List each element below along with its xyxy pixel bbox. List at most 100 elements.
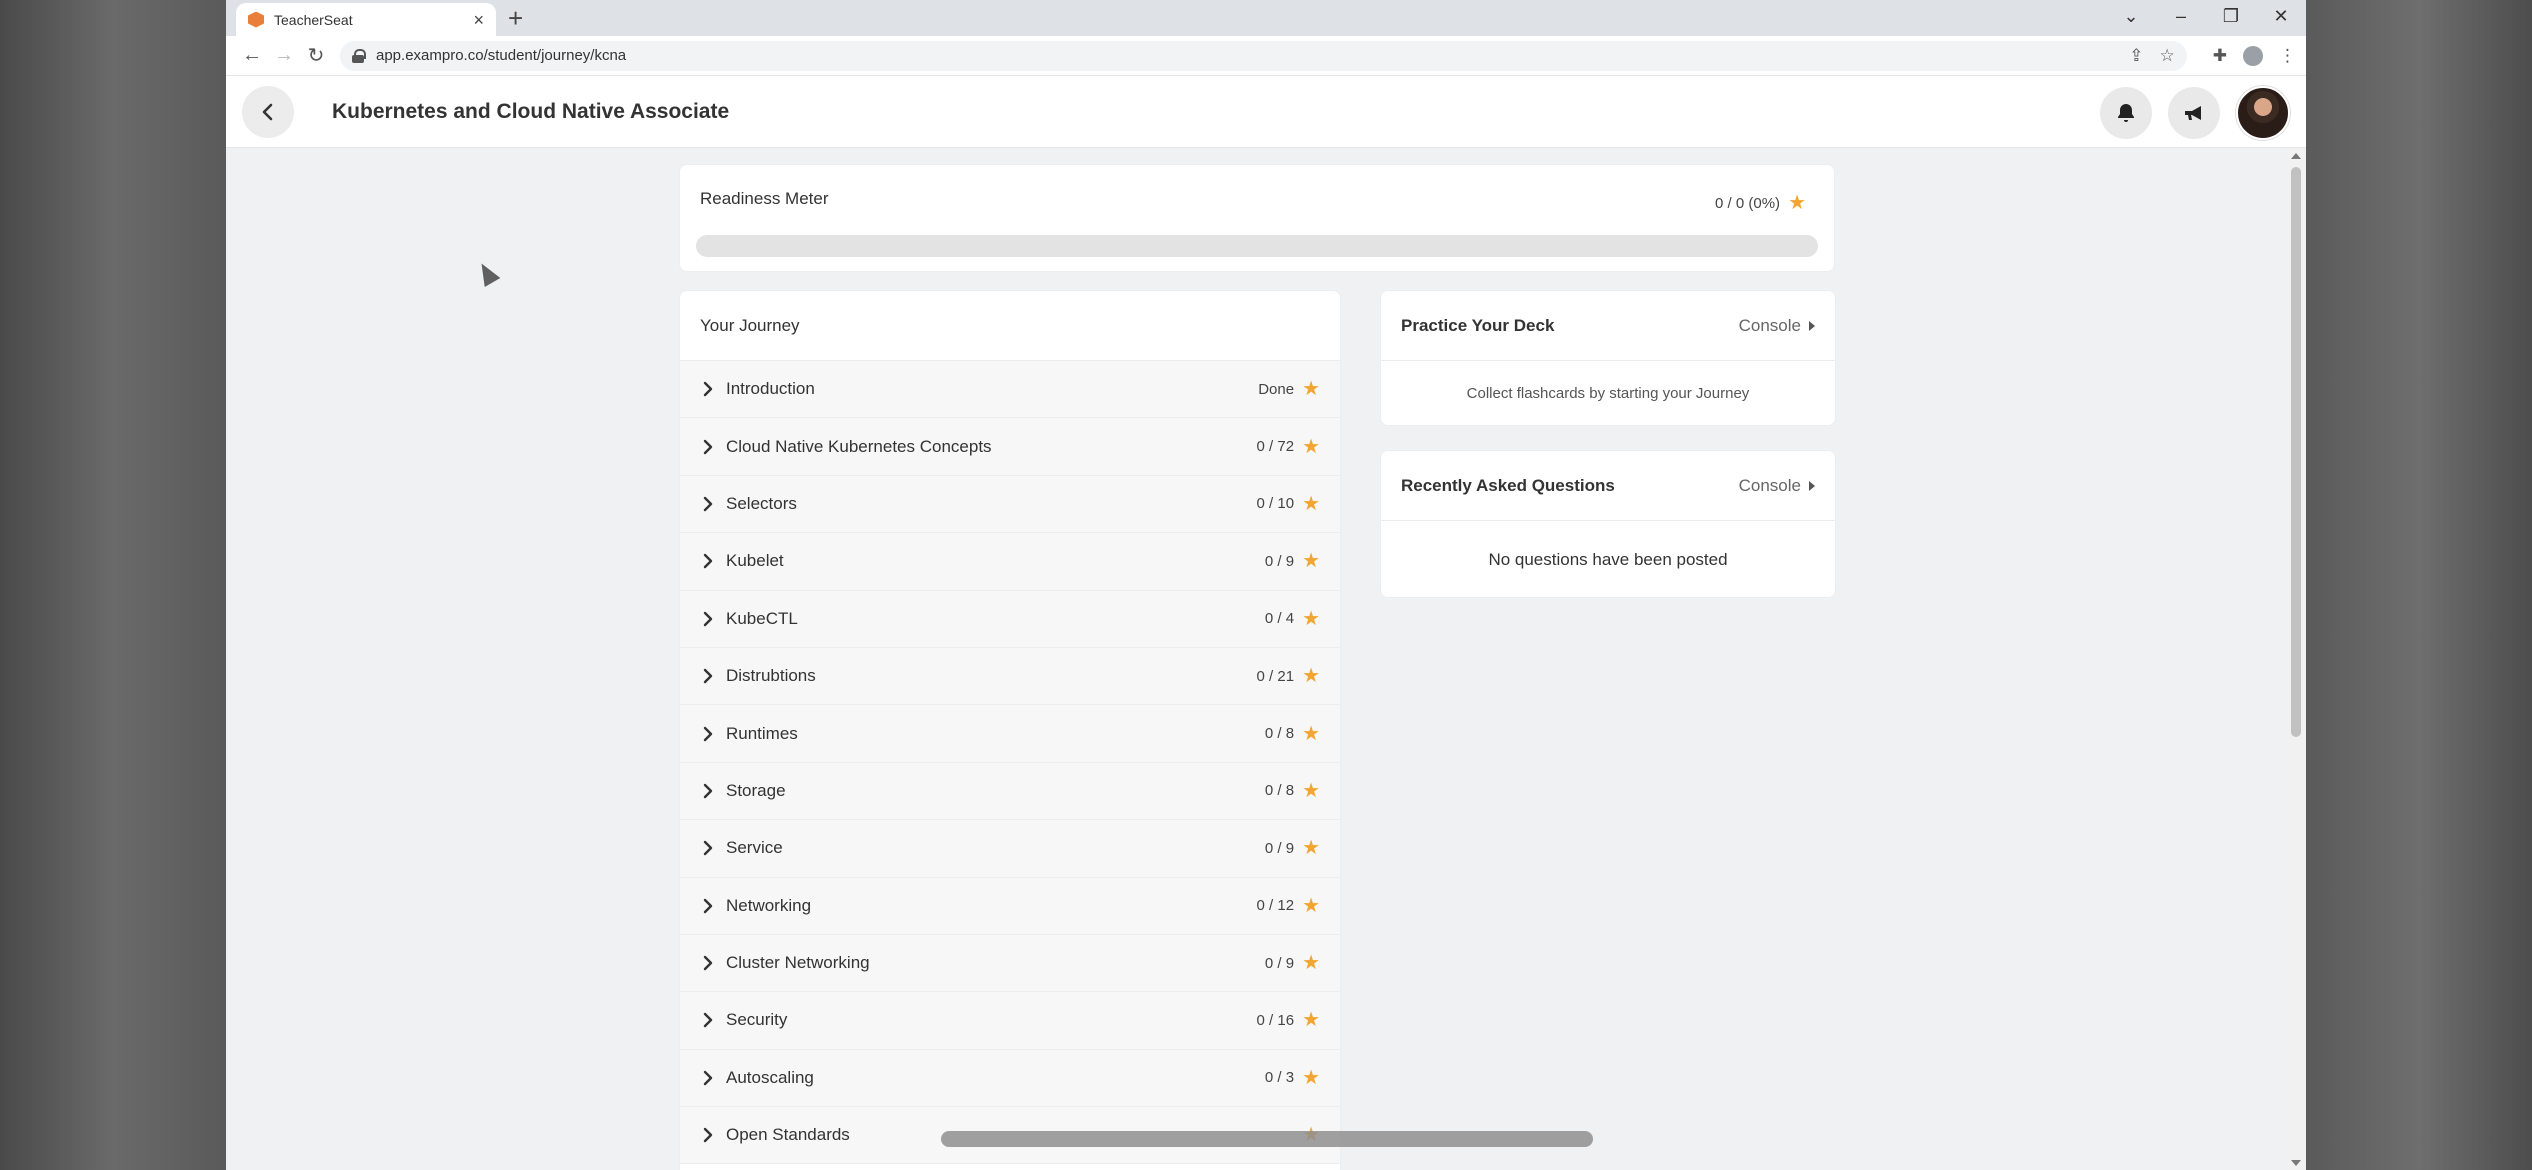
journey-row[interactable]: Cluster Networking 0 / 9 ★	[680, 934, 1340, 993]
horizontal-scroll-thumb[interactable]	[941, 1131, 1593, 1147]
recent-questions-card: Recently Asked Questions Console No ques…	[1380, 450, 1836, 598]
recent-body: No questions have been posted	[1488, 550, 1728, 569]
journey-row-label: Cloud Native Kubernetes Concepts	[726, 436, 992, 456]
lock-icon[interactable]	[352, 48, 366, 63]
practice-console-link[interactable]: Console	[1739, 316, 1815, 336]
practice-body: Collect flashcards by starting your Jour…	[1466, 384, 1750, 402]
star-icon: ★	[1302, 607, 1320, 630]
window-controls: ⌄ – ❐ ✕	[2106, 0, 2306, 36]
journey-row-progress: 0 / 9	[1264, 839, 1295, 857]
chevron-right-icon	[703, 668, 713, 684]
journey-row-progress: 0 / 9	[1264, 552, 1295, 570]
address-bar: ← → ↻ app.exampro.co/student/journey/kcn…	[226, 36, 2306, 76]
omnibox[interactable]: app.exampro.co/student/journey/kcna ⇪ ☆	[340, 40, 2187, 71]
tab-strip: TeacherSeat × + ⌄ – ❐ ✕	[226, 0, 2306, 36]
vertical-scrollbar[interactable]	[2286, 149, 2306, 1170]
recent-console-link[interactable]: Console	[1739, 476, 1815, 496]
chevron-right-icon	[703, 611, 713, 626]
journey-row[interactable]: Distrubtions 0 / 21 ★	[680, 647, 1340, 706]
scroll-up-arrow-icon[interactable]	[2291, 153, 2301, 159]
chevron-right-icon	[703, 439, 713, 454]
extensions-puzzle-icon[interactable]: ✚	[2213, 46, 2227, 66]
megaphone-icon	[2185, 106, 2201, 120]
journey-row[interactable]: Storage 0 / 8 ★	[680, 762, 1340, 821]
chevron-right-icon	[703, 898, 713, 913]
new-tab-button[interactable]: +	[508, 4, 523, 32]
readiness-progress-bar	[696, 235, 1818, 257]
journey-row[interactable]: Cloud Native Kubernetes Concepts 0 / 72 ★	[680, 418, 1340, 476]
journey-row-progress: 0 / 72	[1256, 438, 1295, 456]
readiness-meter-card: Readiness Meter 0 / 0 (0%) ★	[679, 164, 1835, 272]
bookmark-star-icon[interactable]: ☆	[2160, 46, 2175, 66]
journey-row[interactable]: Service 0 / 9 ★	[680, 820, 1340, 878]
journey-list: Introduction Done ★ Cloud Native Kubernetes…	[680, 361, 1340, 1165]
restore-icon[interactable]: ❐	[2206, 0, 2256, 36]
journey-title: Your Journey	[680, 291, 1340, 361]
recent-console-label: Console	[1738, 475, 1801, 495]
star-icon: ★	[1302, 550, 1320, 573]
chevron-right-icon	[703, 1070, 713, 1086]
star-icon: ★	[1302, 492, 1320, 515]
journey-row-label: Distrubtions	[726, 666, 816, 686]
back-arrow-icon[interactable]: ←	[236, 40, 268, 72]
reload-icon[interactable]: ↻	[300, 40, 332, 72]
journey-row[interactable]: Selectors 0 / 10 ★	[680, 475, 1340, 534]
minimize-icon[interactable]: –	[2156, 0, 2206, 36]
journey-row[interactable]: Autoscaling 0 / 3 ★	[680, 1049, 1340, 1108]
readiness-score: 0 / 0 (0%) ★	[1715, 193, 1806, 213]
back-button[interactable]	[242, 85, 294, 138]
caret-right-icon	[1809, 320, 1815, 331]
star-icon: ★	[1302, 1009, 1320, 1032]
journey-row[interactable]: Runtimes 0 / 8 ★	[680, 705, 1340, 763]
right-backdrop	[2306, 0, 2532, 1170]
star-icon: ★	[1302, 722, 1320, 745]
journey-row-label: KubeCTL	[726, 608, 798, 628]
page-title: Kubernetes and Cloud Native Associate	[332, 99, 730, 123]
journey-row-progress: 0 / 10	[1256, 495, 1295, 513]
chevron-right-icon	[703, 726, 713, 741]
hexagon-favicon-icon	[248, 11, 264, 28]
journey-row[interactable]: KubeCTL 0 / 4 ★	[680, 590, 1340, 648]
url-text[interactable]: app.exampro.co/student/journey/kcna	[376, 47, 2129, 64]
chevron-right-icon	[703, 955, 713, 971]
journey-row-progress: 0 / 21	[1256, 667, 1295, 685]
star-icon: ★	[1302, 665, 1320, 688]
journey-row-label: Runtimes	[726, 723, 798, 743]
journey-row-label: Selectors	[726, 493, 797, 513]
journey-row-label: Introduction	[726, 379, 815, 399]
practice-title: Practice Your Deck	[1401, 315, 1555, 335]
vertical-scroll-thumb[interactable]	[2291, 167, 2301, 737]
close-tab-icon[interactable]: ×	[473, 11, 484, 29]
star-icon: ★	[1302, 1066, 1320, 1089]
browser-window: TeacherSeat × + ⌄ – ❐ ✕ ← → ↻ app.exampr…	[226, 0, 2306, 1170]
journey-row-progress: 0 / 4	[1264, 610, 1295, 628]
journey-row-progress: 0 / 9	[1264, 954, 1295, 972]
journey-row-progress: 0 / 12	[1256, 897, 1295, 915]
browser-tab[interactable]: TeacherSeat ×	[236, 3, 496, 36]
profile-icon[interactable]	[2243, 45, 2263, 66]
star-icon: ★	[1302, 894, 1320, 917]
journey-row[interactable]: Kubelet 0 / 9 ★	[680, 533, 1340, 591]
journey-card: Your Journey Introduction Done ★ Cloud Nati…	[679, 290, 1341, 1170]
star-icon: ★	[1302, 378, 1320, 401]
tab-search-icon[interactable]: ⌄	[2106, 0, 2156, 36]
star-icon: ★	[1302, 435, 1320, 458]
notifications-button[interactable]	[2100, 87, 2152, 139]
chevron-right-icon	[703, 496, 713, 512]
journey-row-label: Kubelet	[726, 551, 784, 571]
app-header: Kubernetes and Cloud Native Associate	[226, 76, 2306, 148]
share-icon[interactable]: ⇪	[2129, 46, 2143, 66]
menu-kebab-icon[interactable]: ⋮	[2279, 46, 2296, 66]
scroll-down-arrow-icon[interactable]	[2291, 1160, 2301, 1166]
journey-row-progress: 0 / 3	[1264, 1069, 1295, 1087]
chevron-right-icon	[703, 381, 713, 397]
journey-row[interactable]: Networking 0 / 12 ★	[680, 877, 1340, 935]
forward-arrow-icon[interactable]: →	[268, 40, 300, 72]
journey-row-label: Networking	[726, 895, 812, 915]
journey-row[interactable]: Introduction Done ★	[680, 361, 1340, 419]
chevron-right-icon	[703, 841, 713, 856]
journey-row[interactable]: Security 0 / 16 ★	[680, 992, 1340, 1050]
avatar[interactable]	[2236, 86, 2290, 140]
close-window-icon[interactable]: ✕	[2256, 0, 2306, 36]
announcements-button[interactable]	[2168, 87, 2220, 139]
